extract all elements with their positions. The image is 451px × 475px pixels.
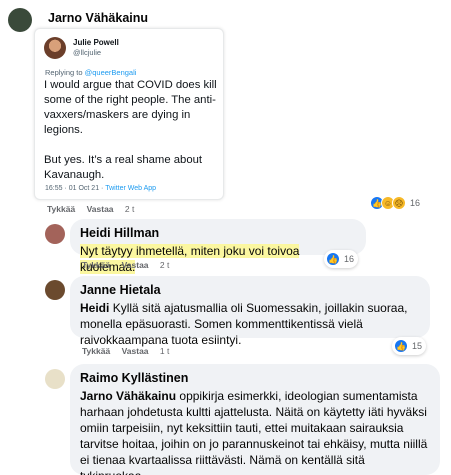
tweet-reply-line: Replying to @queerBengali: [45, 68, 136, 77]
reaction-summary[interactable]: 👍 15: [392, 337, 427, 355]
tweet-paragraph: But yes. It’s a real shame about Kavanau…: [44, 154, 203, 181]
comment-body: Kyllä sitä ajatusmallia oli Suomessakin,…: [80, 301, 408, 347]
reaction-count: 16: [344, 254, 355, 264]
comment-actions: Tykkää Vastaa 1 t: [82, 346, 178, 356]
comment-time[interactable]: 2 t: [125, 204, 134, 214]
like-link[interactable]: Tykkää: [47, 204, 75, 214]
reply-link[interactable]: Vastaa: [122, 260, 149, 270]
tweet-paragraph: I would argue that COVID does kill some …: [44, 79, 217, 136]
tweet-avatar: [44, 37, 66, 59]
avatar-jarno[interactable]: [8, 8, 32, 32]
comment-bubble: Janne Hietala Heidi Kyllä sitä ajatusmal…: [70, 276, 430, 347]
comment-bubble: Raimo Kyllästinen Jarno Vähäkainu oppiki…: [70, 364, 440, 475]
tweet-author-handle: @llcjulie: [73, 48, 102, 57]
reaction-count: 16: [410, 198, 421, 208]
mention-tag[interactable]: Jarno Vähäkainu: [80, 389, 176, 403]
like-link[interactable]: Tykkää: [82, 260, 110, 270]
like-icon: 👍: [394, 339, 408, 353]
like-link[interactable]: Tykkää: [82, 346, 110, 356]
avatar-janne[interactable]: [45, 280, 65, 300]
comment-text: Heidi Kyllä sitä ajatusmallia oli Suomes…: [80, 300, 420, 348]
tweet-author-name: Julie Powell: [73, 38, 119, 47]
comment-actions: Tykkää Vastaa 2 t: [47, 204, 143, 214]
like-icon: 👍: [326, 252, 340, 266]
avatar-raimo[interactable]: [45, 369, 65, 389]
reaction-count: 15: [412, 341, 423, 351]
tweet-time: 16:55 · 01 Oct 21 ·: [45, 185, 104, 192]
tweet-screenshot[interactable]: Julie Powell @llcjulie Replying to @quee…: [34, 28, 224, 200]
comment-time[interactable]: 2 t: [160, 260, 169, 270]
comment-author[interactable]: Heidi Hillman: [80, 226, 356, 240]
comment-author[interactable]: Raimo Kyllästinen: [80, 371, 430, 385]
comment-text: Nyt täytyy ihmetellä, miten joku voi toi…: [80, 243, 356, 275]
reaction-summary[interactable]: 👍 16: [324, 250, 359, 268]
comment-bubble: Heidi Hillman Nyt täytyy ihmetellä, mite…: [70, 219, 366, 274]
tweet-meta: 16:55 · 01 Oct 21 · Twitter Web App: [45, 185, 156, 192]
comment-author[interactable]: Janne Hietala: [80, 283, 420, 297]
reply-link[interactable]: Vastaa: [87, 204, 114, 214]
avatar-heidi[interactable]: [45, 224, 65, 244]
reaction-summary[interactable]: 👍 ☺ ☹ 16: [370, 194, 421, 212]
tweet-text: I would argue that COVID does kill some …: [44, 78, 222, 183]
comment-text: Jarno Vähäkainu oppikirja esimerkki, ide…: [80, 388, 430, 475]
tweet-reply-prefix: Replying to: [45, 68, 83, 77]
reply-link[interactable]: Vastaa: [122, 346, 149, 356]
comment-author[interactable]: Jarno Vähäkainu: [48, 11, 148, 25]
comment-actions: Tykkää Vastaa 2 t: [82, 260, 178, 270]
comment-time[interactable]: 1 t: [160, 346, 169, 356]
mention-tag[interactable]: Heidi: [80, 301, 109, 315]
tweet-source: Twitter Web App: [105, 185, 157, 192]
wow-icon: ☹: [392, 196, 406, 210]
tweet-reply-to: @queerBengali: [84, 68, 137, 77]
